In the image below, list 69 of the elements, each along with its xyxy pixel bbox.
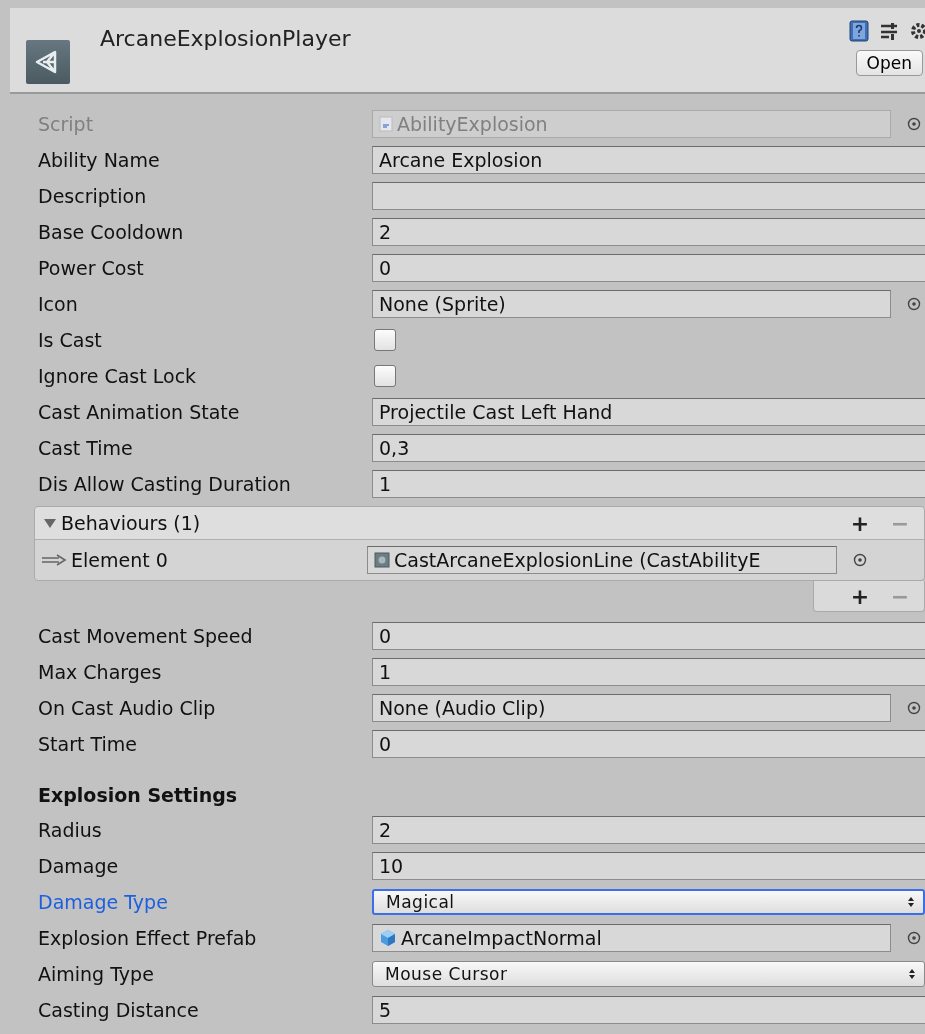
field-label: Script — [38, 113, 95, 135]
object-name: None (Sprite) — [379, 293, 506, 315]
object-picker-icon[interactable] — [907, 701, 921, 715]
input-field[interactable]: 0 — [372, 254, 925, 282]
object-name: ArcaneImpactNormal — [401, 927, 602, 949]
field-label: On Cast Audio Clip — [38, 697, 217, 719]
list-title: Behaviours (1) — [61, 512, 202, 534]
object-field[interactable]: None (Audio Clip) — [372, 694, 891, 722]
help-book-icon[interactable] — [849, 20, 869, 42]
checkbox[interactable] — [374, 329, 396, 351]
script-file-icon — [379, 116, 393, 132]
field-label: Start Time — [38, 733, 138, 755]
add-button[interactable]: + — [840, 510, 880, 536]
field-label: Max Charges — [38, 661, 163, 683]
object-field[interactable]: ArcaneImpactNormal — [372, 924, 891, 952]
object-picker-icon[interactable] — [907, 297, 921, 311]
input-field[interactable]: 0 — [372, 622, 925, 650]
field-label: Damage Type — [38, 891, 169, 913]
field-label: Explosion Effect Prefab — [38, 927, 258, 949]
input-field[interactable]: 1 — [372, 470, 925, 498]
checkbox[interactable] — [374, 365, 396, 387]
section-heading: Explosion Settings — [37, 783, 239, 808]
field-label: Power Cost — [38, 257, 145, 279]
element-label: Element 0 — [71, 549, 169, 571]
object-name: AbilityExplosion — [397, 113, 548, 135]
field-label: Cast Movement Speed — [38, 625, 254, 647]
field-label: Damage — [38, 855, 120, 877]
object-picker-icon[interactable] — [853, 553, 867, 567]
object-picker-icon[interactable] — [907, 931, 921, 945]
settings-icon[interactable] — [909, 21, 925, 41]
input-field[interactable]: 10 — [372, 852, 925, 880]
input-field[interactable]: Projectile Cast Left Hand — [372, 398, 925, 426]
input-field[interactable]: 2 — [372, 218, 925, 246]
app-logo-icon — [26, 40, 70, 84]
field-label: Cast Animation State — [38, 401, 241, 423]
input-field[interactable]: 0 — [372, 730, 925, 758]
object-field[interactable]: None (Sprite) — [372, 290, 891, 318]
object-picker-icon[interactable] — [907, 117, 921, 131]
field-label: Cast Time — [38, 437, 134, 459]
input-field[interactable]: Arcane Explosion — [372, 146, 925, 174]
field-label: Description — [38, 185, 148, 207]
component-icon — [374, 552, 390, 568]
add-button[interactable]: + — [840, 583, 880, 609]
field-label: Is Cast — [38, 329, 103, 351]
input-field[interactable]: 5 — [372, 996, 925, 1024]
foldout-arrow-icon[interactable] — [43, 516, 57, 530]
field-label: Radius — [38, 819, 103, 841]
input-field[interactable]: 0,3 — [372, 434, 925, 462]
field-label: Base Cooldown — [38, 221, 185, 243]
field-label: Ability Name — [38, 149, 161, 171]
field-label: Ignore Cast Lock — [38, 365, 198, 387]
presets-sliders-icon[interactable] — [879, 21, 899, 41]
input-field[interactable]: 2 — [372, 816, 925, 844]
open-button[interactable]: Open — [855, 50, 923, 76]
updown-arrows-icon — [907, 895, 915, 909]
cube-icon — [379, 929, 397, 947]
dropdown[interactable]: Mouse Cursor — [372, 961, 925, 987]
field-label: Icon — [38, 293, 79, 315]
dropdown[interactable]: Magical — [372, 889, 925, 915]
component-title: ArcaneExplosionPlayer — [100, 26, 352, 51]
field-label: Casting Distance — [38, 999, 200, 1021]
drag-handle-icon[interactable] — [41, 553, 67, 567]
updown-arrows-icon — [908, 967, 916, 981]
field-label: Aiming Type — [38, 963, 155, 985]
object-name: CastArcaneExplosionLine (CastAbilityE — [394, 549, 761, 571]
object-name: None (Audio Clip) — [379, 697, 546, 719]
object-field[interactable]: CastArcaneExplosionLine (CastAbilityE — [367, 546, 837, 574]
input-field[interactable]: 1 — [372, 658, 925, 686]
field-label: Dis Allow Casting Duration — [38, 473, 292, 495]
